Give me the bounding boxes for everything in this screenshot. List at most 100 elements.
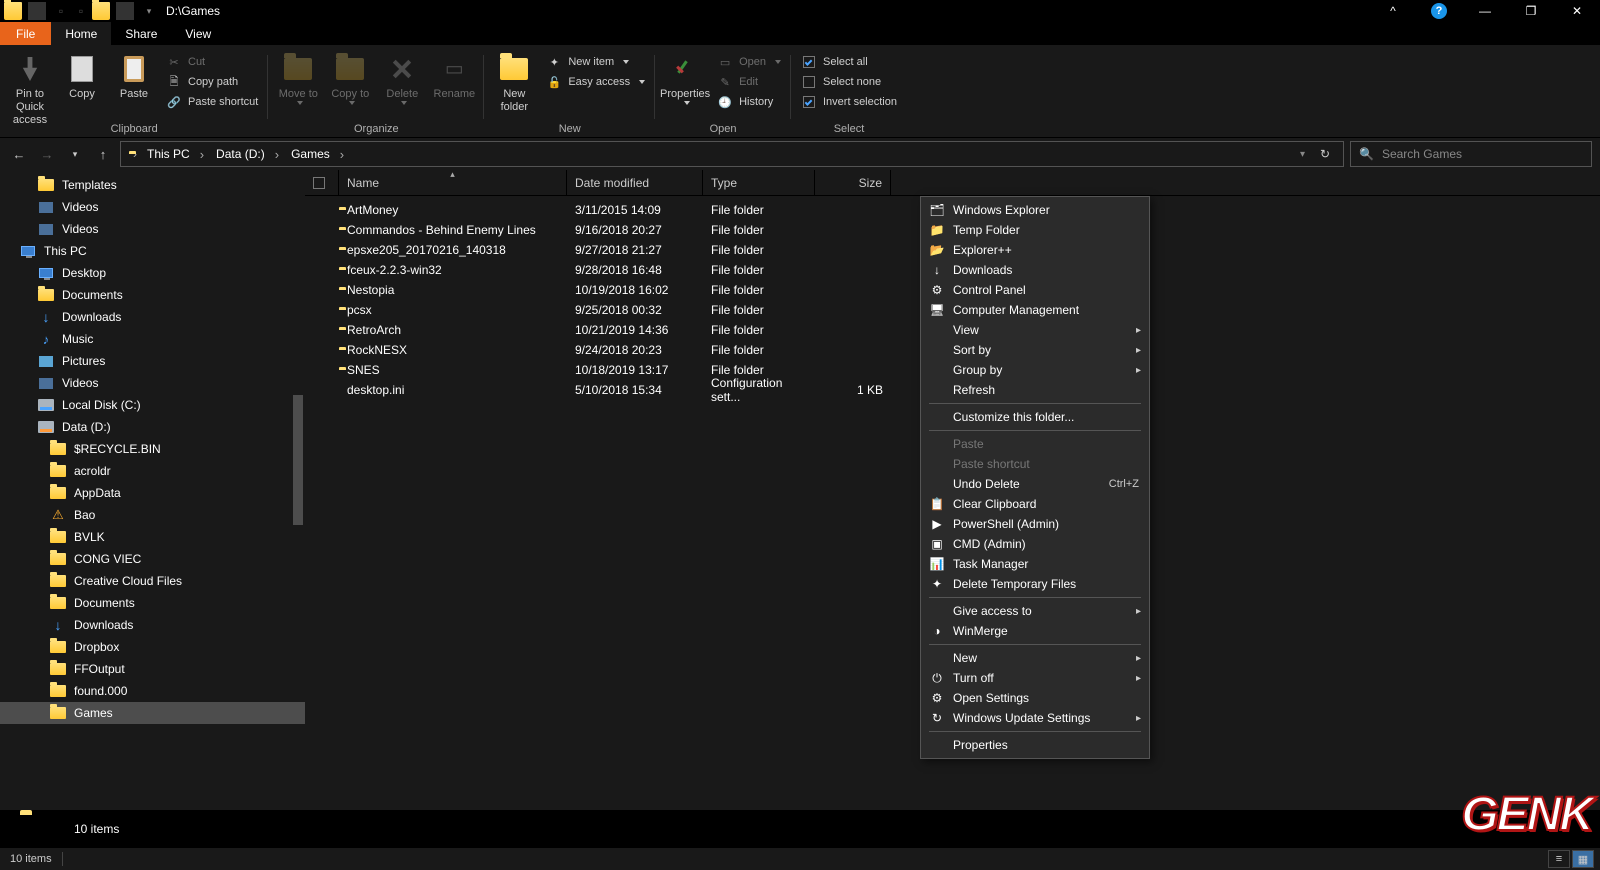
paste-shortcut-button[interactable]: 🔗Paste shortcut [162, 93, 262, 111]
context-menu-item[interactable]: 📋Clear Clipboard [921, 494, 1149, 514]
tree-item[interactable]: found.000 [0, 680, 305, 702]
tree-item[interactable]: Documents [0, 284, 305, 306]
tree-item[interactable]: Templates [0, 174, 305, 196]
tree-item[interactable]: ↓Downloads [0, 614, 305, 636]
qat-item[interactable]: ▫ [72, 2, 90, 20]
tree-item[interactable]: Desktop [0, 262, 305, 284]
address-input[interactable]: › This PC Data (D:) Games ▾ ↻ [120, 141, 1344, 167]
help-button[interactable]: ? [1416, 0, 1462, 22]
context-menu-item[interactable]: Group by▸ [921, 360, 1149, 380]
tree-item[interactable]: ♪Music [0, 328, 305, 350]
open-button[interactable]: ▭Open [713, 53, 785, 71]
tab-file[interactable]: File [0, 22, 51, 45]
context-menu-item[interactable]: View▸ [921, 320, 1149, 340]
tree-item[interactable]: FFOutput [0, 658, 305, 680]
maximize-button[interactable]: ❐ [1508, 0, 1554, 22]
tree-item[interactable]: ↓Downloads [0, 306, 305, 328]
tree-item[interactable]: This PC [0, 240, 305, 262]
tree-item[interactable]: Videos [0, 218, 305, 240]
tree-item[interactable]: BVLK [0, 526, 305, 548]
context-menu-item[interactable]: ⏻Turn off▸ [921, 668, 1149, 688]
tree-item[interactable]: acroldr [0, 460, 305, 482]
invert-selection-button[interactable]: Invert selection [797, 93, 901, 111]
column-type[interactable]: Type [703, 170, 815, 195]
tree-item[interactable]: Games [0, 702, 305, 724]
context-menu-item[interactable]: ↻Windows Update Settings▸ [921, 708, 1149, 728]
select-all-button[interactable]: Select all [797, 53, 901, 71]
tree-item[interactable]: $RECYCLE.BIN [0, 438, 305, 460]
history-button[interactable]: 🕘History [713, 93, 785, 111]
tree-item[interactable]: Dropbox [0, 636, 305, 658]
context-menu-item[interactable]: ✦Delete Temporary Files [921, 574, 1149, 594]
new-item-button[interactable]: ✦New item [542, 53, 649, 71]
edit-button[interactable]: ✎Edit [713, 73, 785, 91]
context-menu-item[interactable]: 📂Explorer++ [921, 240, 1149, 260]
tree-item[interactable]: AppData [0, 482, 305, 504]
context-menu-item[interactable]: ↓Downloads [921, 260, 1149, 280]
refresh-button[interactable]: ↻ [1311, 147, 1339, 161]
context-menu-item[interactable]: 📊Task Manager [921, 554, 1149, 574]
minimize-button[interactable]: — [1462, 0, 1508, 22]
context-menu-item[interactable]: ◑WinMerge [921, 621, 1149, 641]
nav-back-button[interactable]: ← [8, 143, 30, 165]
column-size[interactable]: Size [815, 170, 891, 195]
view-details-button[interactable]: ≡ [1548, 850, 1570, 868]
breadcrumb-item[interactable]: Games [285, 147, 350, 162]
context-menu-item[interactable]: ▣CMD (Admin) [921, 534, 1149, 554]
breadcrumb-item[interactable]: This PC [141, 147, 210, 162]
context-menu-item[interactable]: Customize this folder... [921, 407, 1149, 427]
context-menu-item[interactable]: 📁Temp Folder [921, 220, 1149, 240]
column-date[interactable]: Date modified [567, 170, 703, 195]
paste-button[interactable]: Paste [110, 51, 158, 101]
nav-up-button[interactable]: ↑ [92, 143, 114, 165]
tree-item[interactable]: Videos [0, 372, 305, 394]
copy-path-button[interactable]: 🗎Copy path [162, 73, 262, 91]
context-menu-item[interactable]: New▸ [921, 648, 1149, 668]
search-box[interactable]: 🔍 [1350, 141, 1592, 167]
address-dropdown-icon[interactable]: ▾ [1294, 149, 1311, 160]
column-name[interactable]: Name▴ [339, 170, 567, 195]
pin-quick-access-button[interactable]: Pin to Quick access [6, 51, 54, 128]
tab-home[interactable]: Home [51, 22, 111, 45]
ribbon-collapse-icon[interactable]: ^ [1370, 0, 1416, 22]
select-none-button[interactable]: Select none [797, 73, 901, 91]
tab-view[interactable]: View [171, 22, 225, 45]
scrollbar-thumb[interactable] [293, 395, 303, 525]
context-menu-item[interactable]: Refresh [921, 380, 1149, 400]
close-button[interactable]: ✕ [1554, 0, 1600, 22]
tree-item[interactable]: CONG VIEC [0, 548, 305, 570]
context-menu-item[interactable]: Sort by▸ [921, 340, 1149, 360]
tree-item[interactable]: ⚠Bao [0, 504, 305, 526]
new-folder-button[interactable]: New folder [490, 51, 538, 114]
context-menu-item[interactable]: 🖥Computer Management [921, 300, 1149, 320]
nav-forward-button[interactable]: → [36, 143, 58, 165]
context-menu-item[interactable]: ⚙Open Settings [921, 688, 1149, 708]
copy-button[interactable]: Copy [58, 51, 106, 101]
breadcrumb-item[interactable]: Data (D:) [210, 147, 285, 162]
tree-item[interactable]: Documents [0, 592, 305, 614]
context-menu-item[interactable]: Undo DeleteCtrl+Z [921, 474, 1149, 494]
properties-button[interactable]: Properties [661, 51, 709, 105]
tree-item[interactable]: Pictures [0, 350, 305, 372]
nav-recent-dropdown[interactable]: ▾ [64, 143, 86, 165]
column-checkbox[interactable] [305, 170, 339, 195]
cut-button[interactable]: ✂Cut [162, 53, 262, 71]
delete-button[interactable]: Delete [378, 51, 426, 105]
view-icons-button[interactable]: ▦ [1572, 850, 1594, 868]
context-menu-item[interactable]: ⚙Control Panel [921, 280, 1149, 300]
context-menu-item[interactable]: ▶PowerShell (Admin) [921, 514, 1149, 534]
tree-item[interactable]: Data (D:) [0, 416, 305, 438]
search-input[interactable] [1382, 147, 1583, 161]
easy-access-button[interactable]: 🔓Easy access [542, 73, 649, 91]
copy-to-button[interactable]: Copy to [326, 51, 374, 105]
qat-dropdown[interactable]: ▾ [140, 2, 158, 20]
qat-item[interactable]: ▫ [52, 2, 70, 20]
tab-share[interactable]: Share [111, 22, 171, 45]
tree-item[interactable]: Creative Cloud Files [0, 570, 305, 592]
tree-item[interactable]: Local Disk (C:) [0, 394, 305, 416]
rename-button[interactable]: ▭Rename [430, 51, 478, 101]
context-menu-item[interactable]: Give access to▸ [921, 601, 1149, 621]
context-menu-item[interactable]: Properties [921, 735, 1149, 755]
navigation-tree[interactable]: TemplatesVideosVideosThis PCDesktopDocum… [0, 170, 305, 810]
tree-item[interactable]: Videos [0, 196, 305, 218]
